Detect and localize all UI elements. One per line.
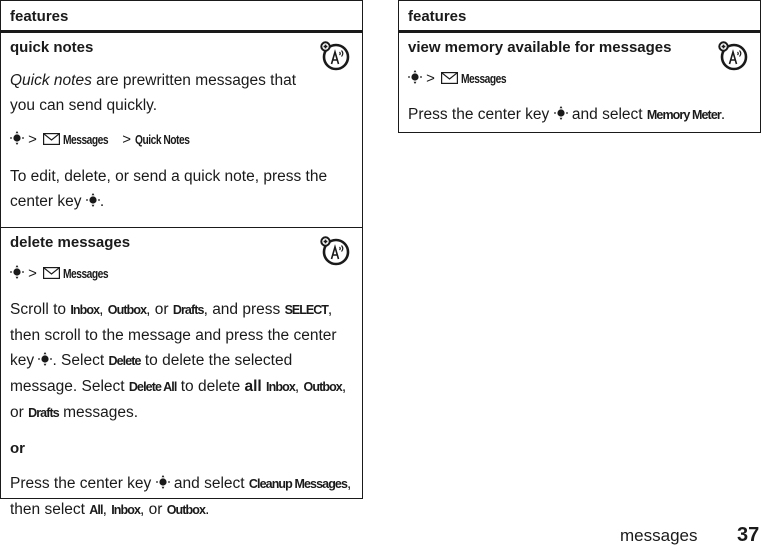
nav-key-icon <box>408 70 422 84</box>
feature-delete-messages: delete messages > Messages Scroll to Inb… <box>1 228 362 518</box>
nav-key-icon <box>38 352 52 366</box>
feature-title: quick notes <box>10 39 94 56</box>
network-feature-icon <box>320 41 350 71</box>
path-separator: > <box>122 131 132 148</box>
envelope-icon <box>43 133 60 145</box>
path-item-messages: Messages <box>63 133 109 147</box>
menu-path: > Messages <box>408 66 751 92</box>
features-table-left: features quick notes Quick notes are pre… <box>0 0 363 518</box>
nav-key-icon <box>554 106 568 120</box>
nav-key-icon <box>10 131 24 145</box>
section-label: messages <box>620 526 698 545</box>
feature-instructions: Press the center key and select Memory M… <box>408 106 726 123</box>
menu-path: > Messages <box>10 261 353 287</box>
nav-key-icon <box>156 475 170 489</box>
envelope-icon <box>43 267 60 279</box>
path-separator: > <box>28 131 37 148</box>
feature-instructions: To edit, delete, or send a quick note, p… <box>10 168 328 210</box>
menu-path: > Messages > Quick Notes <box>10 127 353 153</box>
path-item-messages: Messages <box>63 267 109 281</box>
feature-alt-instructions: Press the center key and select Cleanup … <box>10 475 352 518</box>
feature-title: delete messages <box>10 234 131 251</box>
features-table-right: features view memory available for messa… <box>398 0 761 133</box>
table-header: features <box>399 1 760 33</box>
page-number: 37 <box>737 524 760 546</box>
network-feature-icon <box>320 236 350 266</box>
feature-title: view memory available for messages <box>408 39 672 56</box>
feature-instructions: Scroll to Inbox, Outbox, or Drafts, and … <box>10 301 347 421</box>
path-separator: > <box>426 70 435 87</box>
path-item-quick-notes: Quick Notes <box>135 133 190 147</box>
nav-key-icon <box>10 265 24 279</box>
feature-description: Quick notes are prewritten messages that… <box>10 72 297 114</box>
quick-notes-term: Quick notes <box>10 72 92 89</box>
path-separator: > <box>28 265 37 282</box>
table-header: features <box>1 1 362 33</box>
path-item-messages: Messages <box>461 72 507 86</box>
feature-quick-notes: quick notes Quick notes are prewritten m… <box>1 33 362 228</box>
envelope-icon <box>441 72 458 84</box>
or-label: or <box>10 440 25 457</box>
nav-key-icon <box>86 193 100 207</box>
network-feature-icon <box>718 41 748 71</box>
feature-view-memory: view memory available for messages > Mes… <box>399 33 760 132</box>
